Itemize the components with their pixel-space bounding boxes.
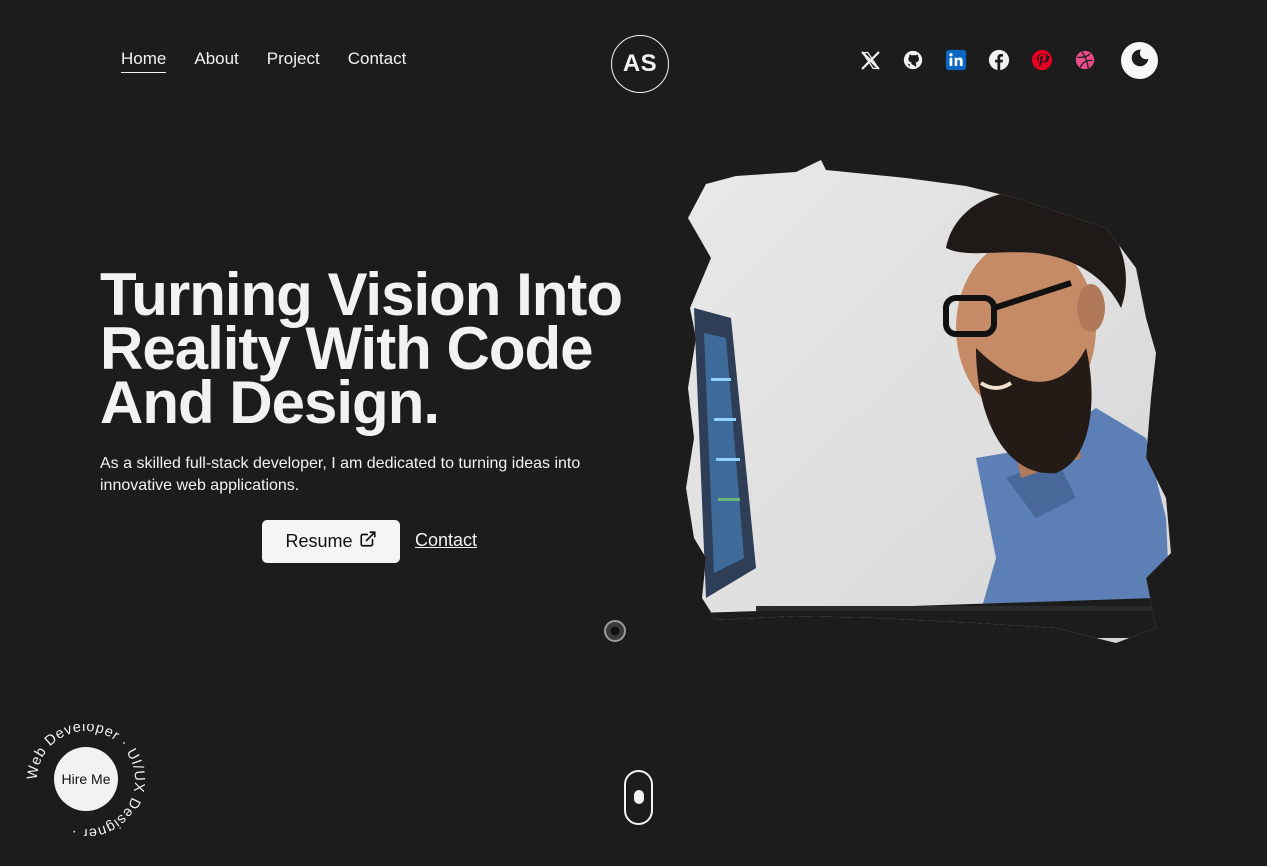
site-logo[interactable]: AS <box>611 35 669 93</box>
hero-title: Turning Vision Into Reality With Code An… <box>100 265 660 433</box>
scroll-wheel-icon <box>633 790 644 804</box>
dribbble-icon[interactable] <box>1073 48 1097 72</box>
cursor-dot <box>604 620 626 642</box>
x-icon[interactable] <box>858 48 882 72</box>
hire-me-widget: Web Developer · UI/UX Designer · Hire Me <box>26 724 146 836</box>
github-icon[interactable] <box>901 48 925 72</box>
nav-item-contact[interactable]: Contact <box>348 48 407 73</box>
moon-icon <box>1130 48 1150 73</box>
nav-item-about[interactable]: About <box>194 48 238 73</box>
hero-description: As a skilled full-stack developer, I am … <box>100 455 581 494</box>
contact-link[interactable]: Contact <box>415 530 477 551</box>
hero-title-line-3: And Design. <box>100 369 440 436</box>
nav-item-project[interactable]: Project <box>267 48 320 73</box>
social-links <box>858 48 1097 72</box>
external-link-icon <box>359 530 377 553</box>
facebook-icon[interactable] <box>987 48 1011 72</box>
nav-item-home[interactable]: Home <box>121 48 167 73</box>
hire-me-button[interactable]: Hire Me <box>54 747 118 811</box>
scroll-indicator[interactable] <box>624 770 653 825</box>
linkedin-icon[interactable] <box>944 48 968 72</box>
main-nav: Home About Project Contact <box>121 48 406 73</box>
theme-toggle-button[interactable] <box>1121 42 1158 79</box>
pinterest-icon[interactable] <box>1030 48 1054 72</box>
resume-label: Resume <box>285 531 353 551</box>
hero-photo <box>676 158 1176 648</box>
resume-button[interactable]: Resume <box>262 520 400 563</box>
